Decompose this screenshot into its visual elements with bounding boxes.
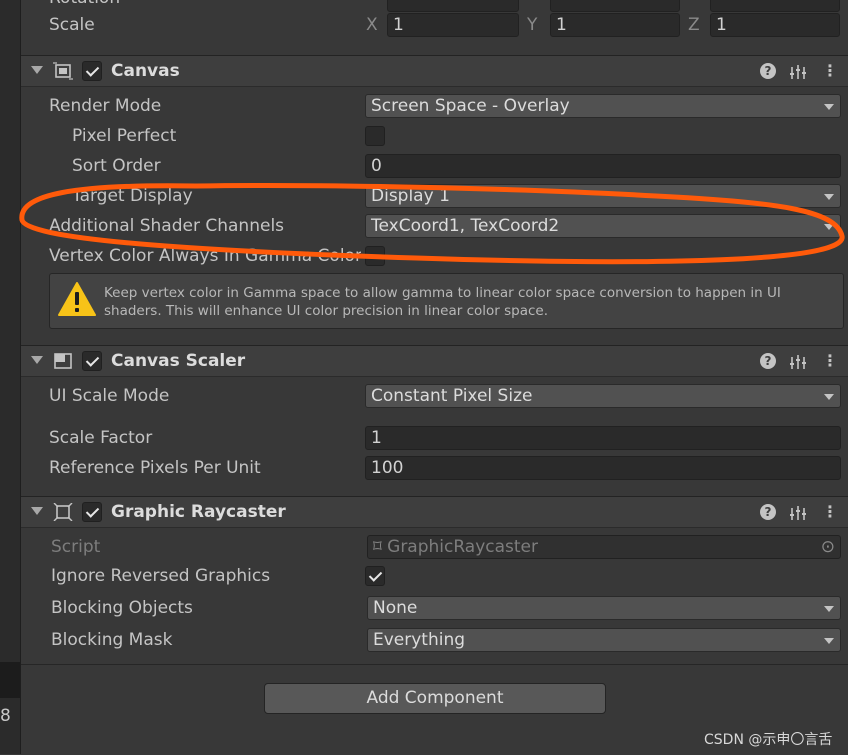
canvas-enabled-checkbox[interactable]: [82, 61, 102, 81]
ref-pixels-label: Reference Pixels Per Unit: [49, 458, 261, 478]
script-field: ⌑ GraphicRaycaster ⊙: [367, 535, 841, 559]
blocking-mask-label: Blocking Mask: [51, 630, 173, 650]
rotation-x-field[interactable]: [387, 0, 519, 12]
blocking-objects-label: Blocking Objects: [51, 598, 193, 618]
target-display-label: Target Display: [72, 186, 193, 206]
more-icon[interactable]: ⋮: [821, 503, 839, 521]
scale-y-field[interactable]: 1: [550, 13, 680, 37]
add-component-button[interactable]: Add Component: [264, 683, 606, 714]
canvas-scaler-enabled-checkbox[interactable]: [82, 351, 102, 371]
script-label: Script: [51, 537, 101, 557]
ui-scale-mode-label: UI Scale Mode: [49, 386, 170, 406]
help-icon[interactable]: ?: [760, 504, 776, 520]
help-icon[interactable]: ?: [760, 63, 776, 79]
blocking-mask-dropdown[interactable]: Everything: [367, 628, 841, 652]
gamma-warning-box: Keep vertex color in Gamma space to allo…: [49, 273, 844, 329]
chevron-down-icon: [824, 104, 834, 110]
scale-y-axis[interactable]: Y: [527, 15, 537, 35]
left-hierarchy-strip: 8: [0, 0, 21, 754]
preset-icon[interactable]: [789, 353, 807, 371]
graphic-raycaster-title: Graphic Raycaster: [111, 502, 286, 522]
chevron-down-icon: [824, 606, 834, 612]
ui-scale-mode-value: Constant Pixel Size: [371, 386, 533, 406]
ignore-reversed-checkbox[interactable]: [365, 566, 385, 586]
blocking-mask-value: Everything: [373, 630, 466, 650]
scale-x-axis[interactable]: X: [366, 15, 378, 35]
target-display-dropdown[interactable]: Display 1: [365, 184, 841, 208]
graphic-raycaster-header[interactable]: Graphic Raycaster ? ⋮: [21, 496, 848, 528]
ref-pixels-field[interactable]: 100: [365, 456, 841, 480]
ignore-reversed-label: Ignore Reversed Graphics: [51, 566, 271, 586]
blocking-objects-dropdown[interactable]: None: [367, 596, 841, 620]
scale-factor-field[interactable]: 1: [365, 426, 841, 450]
scale-z-axis[interactable]: Z: [688, 15, 700, 35]
rotation-y-field[interactable]: [550, 0, 680, 12]
canvas-scaler-header[interactable]: Canvas Scaler ? ⋮: [21, 345, 848, 377]
object-picker-icon[interactable]: ⊙: [821, 536, 835, 558]
blocking-objects-value: None: [373, 598, 418, 618]
warning-text: Keep vertex color in Gamma space to allo…: [104, 285, 781, 319]
inspector-panel: Rotation Scale X 1 Y 1 Z 1 Canvas ? ⋮ Re…: [19, 0, 848, 755]
canvas-scaler-title: Canvas Scaler: [111, 351, 246, 371]
render-mode-value: Screen Space - Overlay: [371, 96, 570, 116]
canvas-icon: [53, 62, 73, 80]
rotation-z-field[interactable]: [710, 0, 840, 12]
scale-label: Scale: [49, 15, 95, 35]
shader-channels-value: TexCoord1, TexCoord2: [371, 216, 560, 236]
more-icon[interactable]: ⋮: [821, 62, 839, 80]
script-value: GraphicRaycaster: [387, 537, 539, 557]
canvas-header[interactable]: Canvas ? ⋮: [21, 55, 848, 87]
chevron-down-icon: [824, 394, 834, 400]
scale-z-field[interactable]: 1: [710, 13, 840, 37]
chevron-down-icon: [824, 194, 834, 200]
warning-icon: [58, 282, 96, 316]
chevron-down-icon: [824, 638, 834, 644]
shader-channels-dropdown[interactable]: TexCoord1, TexCoord2: [365, 214, 841, 238]
vertex-color-checkbox[interactable]: [365, 246, 385, 266]
sort-order-label: Sort Order: [72, 156, 161, 176]
canvas-title: Canvas: [111, 61, 180, 81]
scale-x-field[interactable]: 1: [387, 13, 519, 37]
sort-order-field[interactable]: 0: [365, 154, 841, 178]
raycaster-icon: [53, 503, 73, 521]
more-icon[interactable]: ⋮: [821, 352, 839, 370]
preset-icon[interactable]: [789, 63, 807, 81]
canvas-fold-arrow[interactable]: [31, 66, 43, 74]
graphic-raycaster-fold-arrow[interactable]: [31, 507, 43, 515]
hierarchy-selection: [0, 662, 20, 698]
help-icon[interactable]: ?: [760, 353, 776, 369]
vertex-color-label: Vertex Color Always In Gamma Color: [49, 246, 361, 266]
shader-channels-label: Additional Shader Channels: [49, 216, 285, 236]
render-mode-dropdown[interactable]: Screen Space - Overlay: [365, 94, 841, 118]
watermark: CSDN @示申〇言舌: [704, 732, 833, 748]
preset-icon[interactable]: [789, 504, 807, 522]
pixel-perfect-checkbox[interactable]: [365, 126, 385, 146]
scale-factor-label: Scale Factor: [49, 428, 153, 448]
pixel-perfect-label: Pixel Perfect: [72, 126, 177, 146]
canvas-scaler-fold-arrow[interactable]: [31, 356, 43, 364]
left-number: 8: [0, 706, 11, 726]
script-asset-icon: ⌑: [373, 537, 382, 557]
rotation-label: Rotation: [49, 0, 120, 8]
chevron-down-icon: [824, 224, 834, 230]
canvas-scaler-icon: [54, 353, 72, 369]
ui-scale-mode-dropdown[interactable]: Constant Pixel Size: [365, 384, 841, 408]
graphic-raycaster-enabled-checkbox[interactable]: [82, 502, 102, 522]
target-display-value: Display 1: [371, 186, 450, 206]
render-mode-label: Render Mode: [49, 96, 162, 116]
